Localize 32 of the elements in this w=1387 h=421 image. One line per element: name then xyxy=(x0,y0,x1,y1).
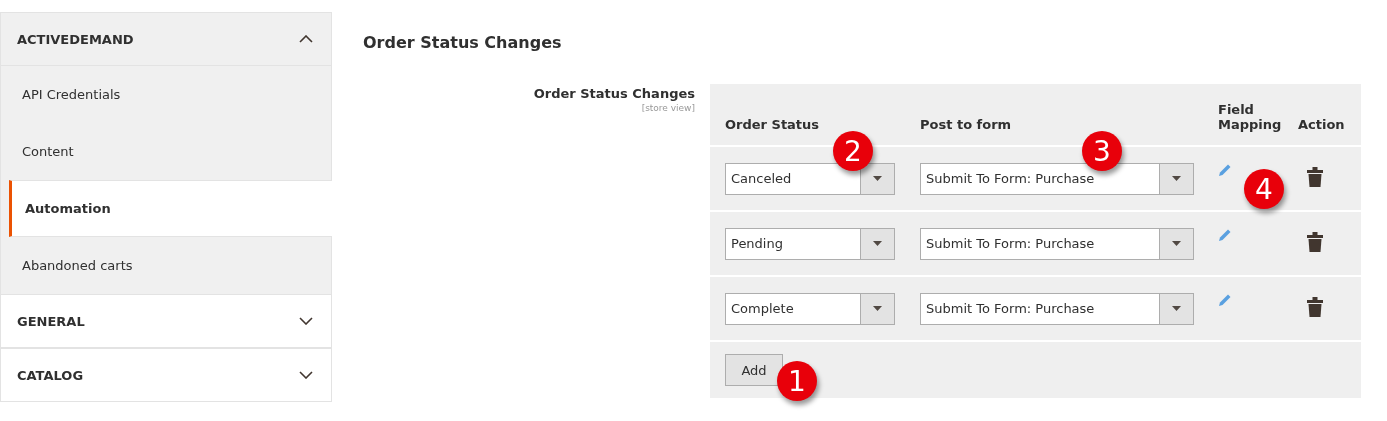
sidebar-item[interactable]: Content xyxy=(1,123,331,180)
sidebar-item[interactable]: API Credentials xyxy=(1,66,331,123)
form-select[interactable]: Submit To Form: Purchase xyxy=(920,162,1194,195)
trash-icon[interactable] xyxy=(1307,232,1323,252)
status-select[interactable]: Complete xyxy=(725,292,895,325)
dropdown-arrow-icon xyxy=(1172,241,1181,246)
trash-icon[interactable] xyxy=(1307,167,1323,187)
section-header[interactable]: CATALOG xyxy=(1,349,331,402)
scope-label: [store view] xyxy=(641,103,695,113)
section-title: Order Status Changes xyxy=(363,33,563,52)
section-header[interactable]: ACTIVEDEMAND xyxy=(1,13,331,66)
dropdown-arrow-icon xyxy=(873,241,882,246)
form-select[interactable]: Submit To Form: Purchase xyxy=(920,292,1194,325)
trash-icon[interactable] xyxy=(1307,297,1323,317)
chevron-down-icon xyxy=(299,371,313,379)
status-select[interactable]: Canceled xyxy=(725,162,895,195)
chevron-down-icon xyxy=(299,317,313,325)
form-select[interactable]: Submit To Form: Purchase xyxy=(920,227,1194,260)
column-header: Field Mapping xyxy=(1217,102,1283,132)
status-select[interactable]: Pending xyxy=(725,227,895,260)
add-button[interactable]: Add xyxy=(725,354,783,386)
chevron-up-icon xyxy=(299,35,313,43)
sidebar-item[interactable]: Abandoned carts xyxy=(1,237,331,294)
dropdown-arrow-icon xyxy=(873,306,882,311)
dropdown-arrow-icon xyxy=(1172,176,1181,181)
field-label: Order Status Changes xyxy=(533,86,695,101)
sidebar-item[interactable]: Automation xyxy=(9,180,332,237)
column-header: Post to form xyxy=(920,117,1013,132)
dropdown-arrow-icon xyxy=(873,176,882,181)
column-header: Action xyxy=(1297,117,1346,132)
column-header: Order Status xyxy=(724,117,821,132)
dropdown-arrow-icon xyxy=(1172,306,1181,311)
